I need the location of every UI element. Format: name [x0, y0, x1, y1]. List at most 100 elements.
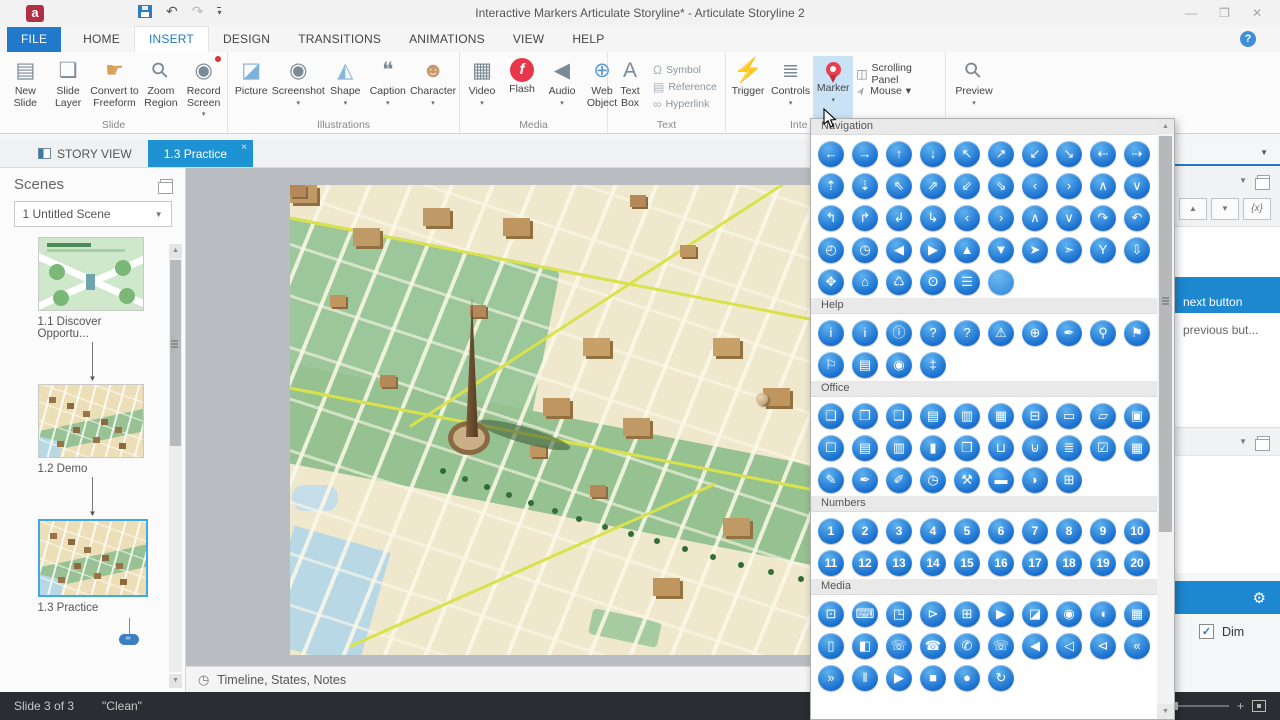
marker-book-icon[interactable]: ▮ — [920, 435, 946, 461]
marker-left-arrow-icon[interactable]: ← — [818, 141, 844, 167]
slide-thumbnail[interactable] — [37, 237, 144, 311]
marker-number-11-icon[interactable]: 11 — [818, 550, 844, 576]
marker-newspaper-icon[interactable]: ▦ — [1124, 435, 1150, 461]
manage-variables-button[interactable]: {x} — [1243, 198, 1271, 220]
marker-folder-icon[interactable]: ▱ — [1090, 403, 1116, 429]
marker-file-cabinet-icon[interactable]: ▣ — [1124, 403, 1150, 429]
marker-lined-document-icon[interactable]: ▦ — [988, 403, 1014, 429]
marker-expand-arrows-icon[interactable]: ✥ — [818, 269, 844, 295]
marker-flag-icon[interactable]: ⚑ — [1124, 320, 1150, 346]
marker-open-book-icon[interactable]: ⊔ — [988, 435, 1014, 461]
marker-chevron-down-icon[interactable]: ∨ — [1124, 173, 1150, 199]
marker-library-icon[interactable]: ≣ — [1056, 435, 1082, 461]
marker-number-16-icon[interactable]: 16 — [988, 550, 1014, 576]
marker-up-lined-arrow-icon[interactable]: ⇡ — [818, 173, 844, 199]
marker-down-right-arrow-icon[interactable]: ↘ — [1056, 141, 1082, 167]
marker-books-icon[interactable]: ❒ — [954, 435, 980, 461]
marker-record-icon[interactable]: ● — [954, 665, 980, 691]
minimize-icon[interactable]: — — [1185, 6, 1197, 20]
marker-cursor-arrow-alt-icon[interactable]: ➣ — [1056, 237, 1082, 263]
marker-corner-down-right-arrow-icon[interactable]: ↳ — [920, 205, 946, 231]
marker-note-icon[interactable]: ▤ — [920, 403, 946, 429]
marker-up-right-dotted-arrow-icon[interactable]: ⇗ — [920, 173, 946, 199]
menu-tab-view[interactable]: VIEW — [499, 27, 558, 52]
trigger-item-previous-button[interactable]: previous but... — [1175, 323, 1280, 337]
scenes-scrollbar[interactable]: ▲ ▼ — [169, 244, 182, 688]
marker-play-icon[interactable]: ▶ — [886, 665, 912, 691]
marker-target-icon[interactable]: ⊕ — [1022, 320, 1048, 346]
menu-tab-file[interactable]: FILE — [7, 27, 62, 52]
collapse-panel-icon[interactable] — [1255, 174, 1270, 190]
text-box-button[interactable]: A Text Box — [610, 56, 650, 118]
marker-monitor-icon[interactable]: ⊡ — [818, 601, 844, 627]
marker-stop-icon[interactable]: ■ — [920, 665, 946, 691]
menu-tab-animations[interactable]: ANIMATIONS — [395, 27, 499, 52]
scroll-down-icon[interactable]: ▼ — [1157, 704, 1174, 719]
zoom-in-icon[interactable]: + — [1237, 699, 1244, 713]
scrolling-panel-button[interactable]: ◫ Scrolling Panel — [853, 62, 943, 86]
marker-media-player-icon[interactable]: ◧ — [852, 633, 878, 659]
marker-phone-ring-icon[interactable]: ☏ — [988, 633, 1014, 659]
marker-replay-icon[interactable]: ↻ — [988, 665, 1014, 691]
marker-number-12-icon[interactable]: 12 — [852, 550, 878, 576]
marker-number-1-icon[interactable]: 1 — [818, 518, 844, 544]
tab-slide-1-3-practice[interactable]: 1.3 Practice × — [147, 140, 254, 167]
marker-megaphone-icon[interactable]: ⊲ — [1090, 633, 1116, 659]
video-button[interactable]: ▦ Video ▾ — [462, 56, 502, 118]
marker-number-7-icon[interactable]: 7 — [1022, 518, 1048, 544]
marker-speaker-loud-icon[interactable]: ◁ — [1056, 633, 1082, 659]
marker-triangle-down-icon[interactable]: ▼ — [988, 237, 1014, 263]
marker-chevron-right-icon[interactable]: › — [1056, 173, 1082, 199]
marker-right-arrow-icon[interactable]: → — [852, 141, 878, 167]
marker-info-serif-icon[interactable]: i — [818, 320, 844, 346]
dim-checkbox[interactable]: ✓ — [1199, 624, 1214, 639]
marker-compass-icon[interactable]: ◉ — [886, 352, 912, 378]
marker-up-left-arrow-icon[interactable]: ↖ — [954, 141, 980, 167]
marker-notebook-icon[interactable]: ▤ — [852, 435, 878, 461]
marker-number-15-icon[interactable]: 15 — [954, 550, 980, 576]
marker-trash-icon[interactable]: ♺ — [886, 269, 912, 295]
maximize-icon[interactable]: ❐ — [1219, 6, 1230, 20]
marker-number-2-icon[interactable]: 2 — [852, 518, 878, 544]
slide-thumbnail[interactable] — [37, 384, 144, 458]
marker-page-icon[interactable]: ❏ — [818, 403, 844, 429]
marker-image-icon[interactable]: ◪ — [1022, 601, 1048, 627]
menu-tab-help[interactable]: HELP — [558, 27, 618, 52]
move-trigger-down-button[interactable]: ▼ — [1211, 198, 1239, 220]
marker-spiral-notebook-icon[interactable]: ▥ — [886, 435, 912, 461]
marker-number-14-icon[interactable]: 14 — [920, 550, 946, 576]
screenshot-button[interactable]: ◉ Screenshot ▾ — [272, 56, 325, 118]
marker-speaker-icon[interactable]: ◀ — [1022, 633, 1048, 659]
marker-curve-up-arrow-icon[interactable]: ↶ — [1124, 205, 1150, 231]
fit-to-window-icon[interactable] — [1252, 700, 1266, 712]
marker-video-play-icon[interactable]: ▶ — [988, 601, 1014, 627]
marker-memo-icon[interactable]: ▥ — [954, 403, 980, 429]
marker-video-camera-icon[interactable]: ◖ — [1090, 601, 1116, 627]
character-button[interactable]: ☻ Character ▾ — [409, 56, 457, 118]
menu-tab-home[interactable]: HOME — [69, 27, 134, 52]
marker-inbox-tray-icon[interactable]: ⊟ — [1022, 403, 1048, 429]
marker-number-6-icon[interactable]: 6 — [988, 518, 1014, 544]
marker-gavel-icon[interactable]: ⚒ — [954, 467, 980, 493]
marker-down-lined-arrow-icon[interactable]: ⇣ — [852, 173, 878, 199]
marker-laptop-icon[interactable]: ⌨ — [852, 601, 878, 627]
marker-y-junction-icon[interactable]: Y — [1090, 237, 1116, 263]
menu-tab-transitions[interactable]: TRANSITIONS — [284, 27, 395, 52]
marker-triangle-right-icon[interactable]: ▶ — [920, 237, 946, 263]
marker-power-icon[interactable]: ʘ — [920, 269, 946, 295]
scenes-scrollbar-thumb[interactable] — [170, 260, 181, 446]
marker-down-left-dotted-arrow-icon[interactable]: ⇙ — [954, 173, 980, 199]
marker-rewind-icon[interactable]: « — [1124, 633, 1150, 659]
menu-tab-design[interactable]: DESIGN — [209, 27, 284, 52]
mouse-button[interactable]: ➢ Mouse ▾ — [853, 82, 943, 98]
marker-number-8-icon[interactable]: 8 — [1056, 518, 1082, 544]
marker-home-icon[interactable]: ⌂ — [852, 269, 878, 295]
marker-info-circle-icon[interactable]: ⓘ — [886, 320, 912, 346]
close-tab-icon[interactable]: × — [241, 142, 247, 153]
marker-archive-box-icon[interactable]: ☐ — [818, 435, 844, 461]
marker-question-icon[interactable]: ? — [920, 320, 946, 346]
marker-number-9-icon[interactable]: 9 — [1090, 518, 1116, 544]
marker-page-blank-icon[interactable]: ❐ — [852, 403, 878, 429]
marker-number-19-icon[interactable]: 19 — [1090, 550, 1116, 576]
marker-clock-alt-icon[interactable]: ◷ — [852, 237, 878, 263]
